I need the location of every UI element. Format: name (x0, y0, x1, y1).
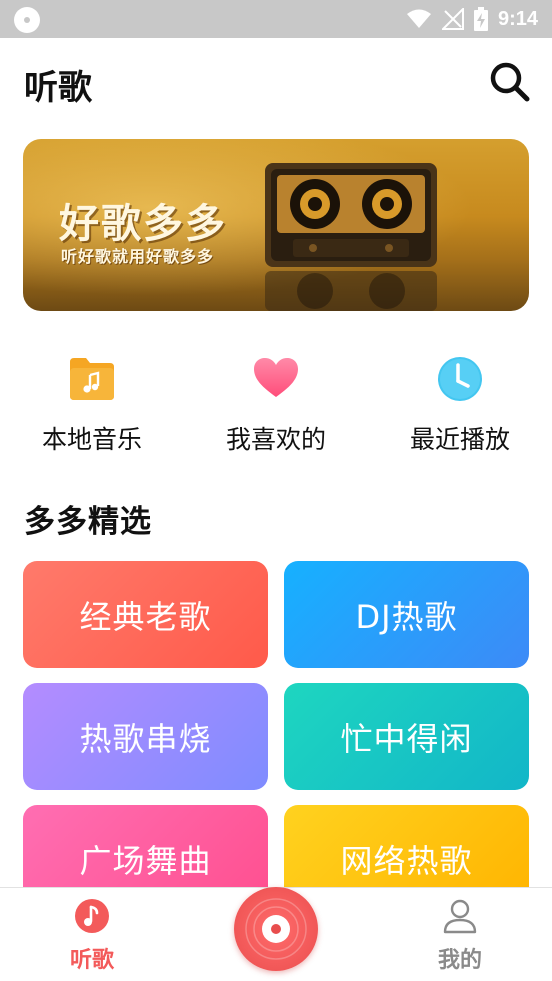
cassette-tape-image (265, 163, 437, 311)
clock-icon (438, 357, 482, 401)
play-disc-button[interactable] (234, 887, 318, 971)
status-time: 9:14 (497, 7, 538, 30)
section-title: 多多精选 (24, 504, 152, 540)
category-tile-leisure[interactable]: 忙中得闲 (284, 683, 529, 790)
category-tile-classic[interactable]: 经典老歌 (23, 561, 268, 668)
battery-charging-icon (473, 7, 488, 31)
promo-banner[interactable]: 好歌多多 听好歌就用好歌多多 (23, 139, 529, 311)
no-signal-icon (441, 8, 464, 30)
nav-label: 我的 (437, 948, 482, 973)
nav-item-mine[interactable]: 我的 (390, 888, 530, 981)
nav-label: 听歌 (69, 948, 114, 973)
music-folder-icon (70, 358, 114, 400)
quick-label: 最近播放 (409, 425, 510, 454)
banner-subtitle: 听好歌就用好歌多多 (61, 247, 215, 266)
quick-label: 本地音乐 (41, 425, 142, 454)
category-label: 忙中得闲 (340, 719, 473, 758)
heart-icon (254, 358, 298, 397)
bottom-nav: 听歌 我的 (0, 887, 552, 981)
category-tile-medley[interactable]: 热歌串烧 (23, 683, 268, 790)
search-button[interactable] (488, 60, 532, 104)
status-icons: 9:14 (406, 0, 538, 38)
user-icon (443, 899, 477, 934)
wifi-icon (406, 9, 431, 28)
header: 听歌 (0, 38, 552, 128)
category-label: 网络热歌 (340, 841, 473, 880)
category-label: 热歌串烧 (79, 719, 212, 758)
category-label: 广场舞曲 (79, 841, 212, 880)
nav-item-listen[interactable]: 听歌 (22, 888, 162, 981)
status-bar: 9:14 (0, 0, 552, 38)
page-title: 听歌 (24, 68, 92, 108)
quick-actions: 本地音乐 我喜欢的 最近播放 (0, 350, 552, 460)
music-note-icon (75, 899, 109, 933)
category-grid: 经典老歌 DJ热歌 热歌串烧 忙中得闲 广场舞曲 网络热歌 (0, 560, 552, 912)
quick-label: 我喜欢的 (225, 425, 326, 454)
category-label: 经典老歌 (79, 597, 212, 636)
search-icon (490, 62, 530, 102)
vinyl-disc-icon (245, 898, 307, 960)
category-label: DJ热歌 (355, 597, 458, 636)
quick-local-music[interactable]: 本地音乐 (0, 350, 184, 460)
quick-favorites[interactable]: 我喜欢的 (184, 350, 368, 460)
banner-title: 好歌多多 (59, 201, 227, 247)
category-tile-dj[interactable]: DJ热歌 (284, 561, 529, 668)
quick-recent[interactable]: 最近播放 (368, 350, 552, 460)
notification-icon (14, 7, 40, 33)
